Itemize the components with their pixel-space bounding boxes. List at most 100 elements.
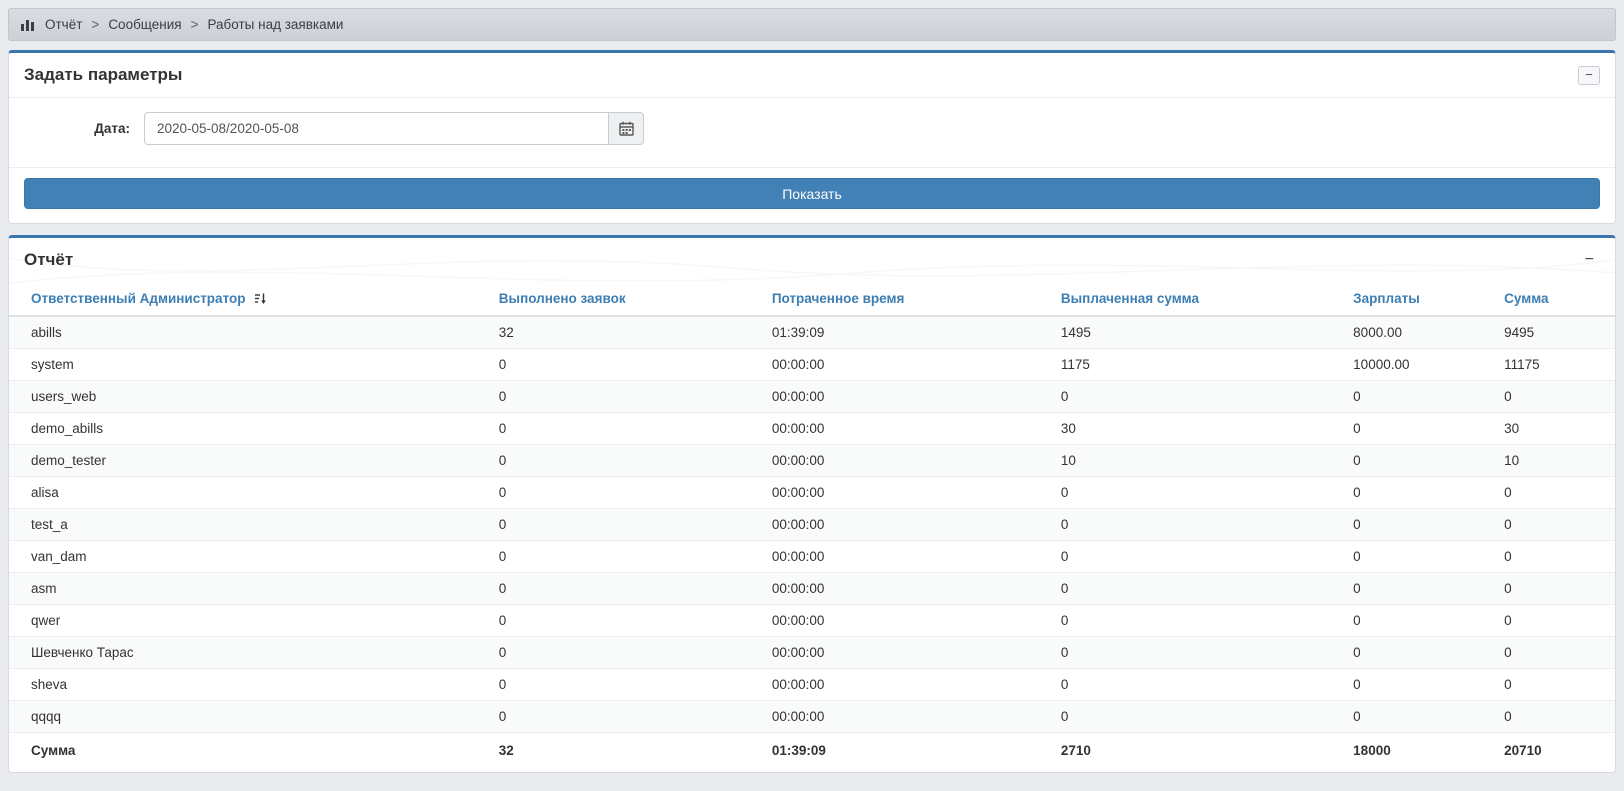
column-header-admin-label: Ответственный Администратор — [31, 291, 246, 306]
value-cell: 0 — [491, 605, 764, 637]
admin-name-cell: demo_abills — [9, 413, 491, 445]
parameters-panel-title: Задать параметры — [24, 65, 182, 85]
column-header-done[interactable]: Выполнено заявок — [491, 282, 764, 316]
value-cell: 1175 — [1053, 349, 1345, 381]
column-header-sum[interactable]: Сумма — [1496, 282, 1615, 316]
table-row: van_dam000:00:00000 — [9, 541, 1615, 573]
value-cell: 0 — [1053, 477, 1345, 509]
show-button[interactable]: Показать — [24, 178, 1600, 209]
column-header-time[interactable]: Потраченное время — [764, 282, 1053, 316]
report-table: Ответственный Администратор Выполнено — [9, 282, 1615, 772]
value-cell: 0 — [491, 445, 764, 477]
table-row: Шевченко Тарас000:00:00000 — [9, 637, 1615, 669]
sort-icon[interactable] — [254, 292, 267, 305]
value-cell: 0 — [1496, 605, 1615, 637]
report-table-body: abills3201:39:0914958000.009495system000… — [9, 316, 1615, 733]
column-header-admin[interactable]: Ответственный Администратор — [9, 282, 491, 316]
table-row: alisa000:00:00000 — [9, 477, 1615, 509]
value-cell: 0 — [1053, 541, 1345, 573]
table-row: sheva000:00:00000 — [9, 669, 1615, 701]
admin-name-cell: sheva — [9, 669, 491, 701]
value-cell: 0 — [1053, 669, 1345, 701]
value-cell: 0 — [1053, 637, 1345, 669]
value-cell: 11175 — [1496, 349, 1615, 381]
value-cell: 30 — [1496, 413, 1615, 445]
value-cell: 00:00:00 — [764, 477, 1053, 509]
parameters-panel-header: Задать параметры − — [9, 53, 1615, 97]
value-cell: 0 — [1345, 701, 1496, 733]
value-cell: 0 — [1345, 413, 1496, 445]
value-cell: 00:00:00 — [764, 637, 1053, 669]
value-cell: 0 — [1053, 701, 1345, 733]
value-cell: 0 — [1345, 669, 1496, 701]
collapse-report-button[interactable]: − — [1579, 251, 1600, 269]
admin-name-cell: test_a — [9, 509, 491, 541]
column-header-salary[interactable]: Зарплаты — [1345, 282, 1496, 316]
value-cell: 01:39:09 — [764, 316, 1053, 349]
value-cell: 32 — [491, 316, 764, 349]
value-cell: 10 — [1053, 445, 1345, 477]
bar-chart-icon — [21, 18, 35, 31]
table-row: demo_abills000:00:0030030 — [9, 413, 1615, 445]
value-cell: 0 — [1496, 637, 1615, 669]
parameters-panel: Задать параметры − Дата: — [8, 50, 1616, 224]
value-cell: 0 — [1345, 445, 1496, 477]
breadcrumb-item-messages[interactable]: Сообщения — [108, 17, 181, 32]
value-cell: 00:00:00 — [764, 701, 1053, 733]
collapse-parameters-button[interactable]: − — [1578, 66, 1600, 85]
value-cell: 0 — [1496, 701, 1615, 733]
value-cell: 0 — [491, 413, 764, 445]
table-row: qqqq000:00:00000 — [9, 701, 1615, 733]
report-panel-header: Отчёт − — [9, 238, 1615, 282]
table-row: demo_tester000:00:0010010 — [9, 445, 1615, 477]
date-range-input[interactable] — [144, 112, 608, 145]
admin-name-cell: alisa — [9, 477, 491, 509]
value-cell: 00:00:00 — [764, 445, 1053, 477]
value-cell: 8000.00 — [1345, 316, 1496, 349]
calendar-icon[interactable] — [608, 112, 644, 145]
value-cell: 00:00:00 — [764, 349, 1053, 381]
value-cell: 0 — [1345, 605, 1496, 637]
breadcrumb-item-current: Работы над заявками — [207, 17, 343, 32]
breadcrumb-item-report[interactable]: Отчёт — [45, 17, 82, 32]
value-cell: 0 — [1496, 509, 1615, 541]
value-cell: 10 — [1496, 445, 1615, 477]
date-label: Дата: — [24, 121, 144, 136]
table-row: test_a000:00:00000 — [9, 509, 1615, 541]
footer-cell: 32 — [491, 733, 764, 773]
value-cell: 00:00:00 — [764, 541, 1053, 573]
value-cell: 00:00:00 — [764, 509, 1053, 541]
value-cell: 30 — [1053, 413, 1345, 445]
value-cell: 00:00:00 — [764, 669, 1053, 701]
value-cell: 0 — [1496, 477, 1615, 509]
breadcrumb-separator: > — [191, 17, 199, 32]
footer-cell: 01:39:09 — [764, 733, 1053, 773]
report-panel-title: Отчёт — [24, 250, 73, 270]
value-cell: 0 — [1345, 573, 1496, 605]
value-cell: 00:00:00 — [764, 573, 1053, 605]
value-cell: 0 — [1345, 477, 1496, 509]
admin-name-cell: system — [9, 349, 491, 381]
value-cell: 0 — [1496, 669, 1615, 701]
value-cell: 0 — [1345, 509, 1496, 541]
value-cell: 00:00:00 — [764, 605, 1053, 637]
value-cell: 0 — [491, 541, 764, 573]
value-cell: 0 — [1053, 509, 1345, 541]
admin-name-cell: users_web — [9, 381, 491, 413]
admin-name-cell: van_dam — [9, 541, 491, 573]
table-row: abills3201:39:0914958000.009495 — [9, 316, 1615, 349]
value-cell: 0 — [1496, 573, 1615, 605]
value-cell: 0 — [1345, 541, 1496, 573]
value-cell: 9495 — [1496, 316, 1615, 349]
submit-area: Показать — [9, 167, 1615, 223]
value-cell: 10000.00 — [1345, 349, 1496, 381]
footer-cell: 20710 — [1496, 733, 1615, 773]
value-cell: 0 — [1053, 381, 1345, 413]
column-header-paid[interactable]: Выплаченная сумма — [1053, 282, 1345, 316]
parameters-form: Дата: — [9, 98, 1615, 167]
value-cell: 0 — [1345, 381, 1496, 413]
value-cell: 1495 — [1053, 316, 1345, 349]
value-cell: 0 — [1345, 637, 1496, 669]
value-cell: 0 — [1496, 381, 1615, 413]
table-row: system000:00:00117510000.0011175 — [9, 349, 1615, 381]
